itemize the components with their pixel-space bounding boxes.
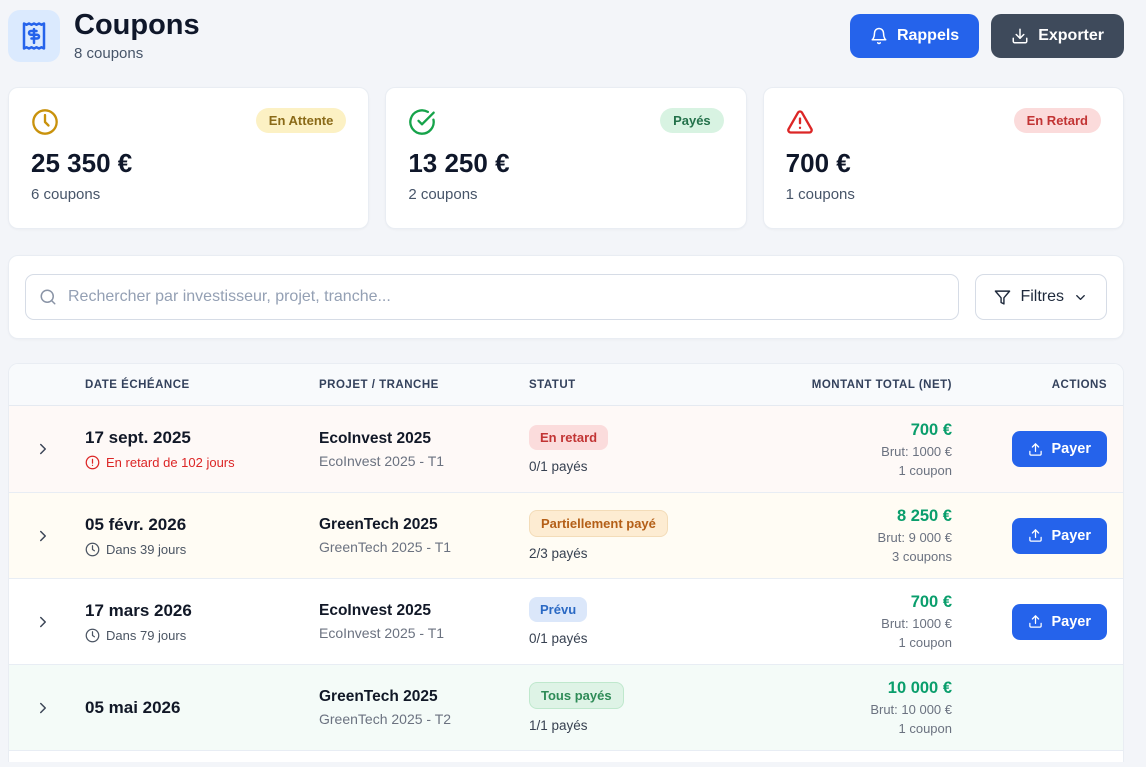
coupon-count: 1 coupon: [711, 635, 952, 650]
coupon-receipt-icon: [8, 10, 60, 62]
due-note: Dans 79 jours: [106, 628, 186, 643]
page-header: Coupons 8 coupons Rappels Export: [8, 10, 1124, 62]
expand-row-button[interactable]: [9, 699, 77, 717]
download-icon: [1011, 27, 1029, 45]
due-date: 05 févr. 2026: [85, 515, 311, 535]
coupon-count: 1 coupon: [711, 721, 952, 736]
clock-icon: [85, 628, 100, 643]
table-header-row: Date échéance Projet / Tranche Statut Mo…: [9, 364, 1123, 406]
rappels-label: Rappels: [897, 27, 959, 45]
gross-amount: Brut: 10 000 €: [711, 702, 952, 717]
project-name: GreenTech 2025: [319, 688, 521, 706]
expand-row-button[interactable]: [9, 613, 77, 631]
net-amount: 700 €: [711, 421, 952, 440]
net-amount: 8 250 €: [711, 507, 952, 526]
exporter-label: Exporter: [1038, 27, 1104, 45]
status-badge: En Attente: [256, 108, 347, 133]
paid-ratio: 0/1 payés: [529, 631, 711, 646]
tranche-name: EcoInvest 2025 - T1: [319, 453, 521, 469]
paid-ratio: 2/3 payés: [529, 546, 711, 561]
table-row: 05 mai 2026 GreenTech 2025 GreenTech 202…: [9, 664, 1123, 750]
column-header-status: Statut: [521, 379, 711, 391]
due-date: 17 sept. 2025: [85, 428, 311, 448]
search-input[interactable]: [25, 274, 959, 320]
gross-amount: Brut: 1000 €: [711, 444, 952, 459]
page-title: Coupons: [74, 10, 200, 42]
table-row: 17 mars 2026 Dans 79 jours EcoInvest 202…: [9, 578, 1123, 664]
status-badge: Prévu: [529, 597, 587, 622]
clock-icon: [85, 542, 100, 557]
search-icon: [39, 288, 57, 306]
status-badge: Payés: [660, 108, 724, 133]
paid-amount: 13 250 €: [408, 148, 723, 179]
funnel-icon: [994, 289, 1011, 306]
coupon-count: 3 coupons: [711, 549, 952, 564]
bell-icon: [870, 27, 888, 45]
net-amount: 10 000 €: [711, 679, 952, 698]
status-badge: En retard: [529, 425, 608, 450]
chevron-right-icon: [34, 613, 52, 631]
project-name: GreenTech 2025: [319, 516, 521, 534]
check-circle-icon: [408, 108, 436, 136]
upload-icon: [1028, 614, 1043, 629]
chevron-down-icon: [1073, 290, 1088, 305]
paid-ratio: 1/1 payés: [529, 718, 711, 733]
project-name: EcoInvest 2025: [319, 602, 521, 620]
stat-card-pending: En Attente 25 350 € 6 coupons: [8, 87, 369, 229]
coupon-count-subtitle: 8 coupons: [74, 45, 200, 62]
due-date: 17 mars 2026: [85, 601, 311, 621]
stat-card-late: En Retard 700 € 1 coupons: [763, 87, 1124, 229]
next-row-partial: [9, 750, 1123, 762]
payer-button[interactable]: Payer: [1012, 604, 1107, 640]
project-name: EcoInvest 2025: [319, 430, 521, 448]
late-count: 1 coupons: [786, 186, 1101, 203]
due-date: 05 mai 2026: [85, 698, 311, 718]
pending-amount: 25 350 €: [31, 148, 346, 179]
column-header-actions: Actions: [952, 379, 1123, 391]
chevron-right-icon: [34, 440, 52, 458]
payer-button[interactable]: Payer: [1012, 431, 1107, 467]
column-header-date: Date échéance: [77, 379, 311, 391]
column-header-project: Projet / Tranche: [311, 379, 521, 391]
upload-icon: [1028, 442, 1043, 457]
coupons-page: Coupons 8 coupons Rappels Export: [0, 0, 1146, 762]
pending-count: 6 coupons: [31, 186, 346, 203]
alert-triangle-icon: [786, 108, 814, 136]
alert-circle-icon: [85, 455, 100, 470]
stat-card-paid: Payés 13 250 € 2 coupons: [385, 87, 746, 229]
upload-icon: [1028, 528, 1043, 543]
chevron-right-icon: [34, 699, 52, 717]
status-badge: En Retard: [1014, 108, 1101, 133]
rappels-button[interactable]: Rappels: [850, 14, 979, 58]
late-amount: 700 €: [786, 148, 1101, 179]
stats-row: En Attente 25 350 € 6 coupons Payés 13 2…: [8, 87, 1124, 229]
table-row: 17 sept. 2025 En retard de 102 jours Eco…: [9, 406, 1123, 492]
paid-ratio: 0/1 payés: [529, 459, 711, 474]
paid-count: 2 coupons: [408, 186, 723, 203]
search-bar: Filtres: [8, 255, 1124, 339]
gross-amount: Brut: 1000 €: [711, 616, 952, 631]
due-note: En retard de 102 jours: [106, 455, 235, 470]
table-row: 05 févr. 2026 Dans 39 jours GreenTech 20…: [9, 492, 1123, 578]
column-header-amount: Montant total (net): [711, 379, 952, 391]
gross-amount: Brut: 9 000 €: [711, 530, 952, 545]
expand-row-button[interactable]: [9, 527, 77, 545]
status-badge: Partiellement payé: [529, 510, 668, 537]
expand-row-button[interactable]: [9, 440, 77, 458]
tranche-name: GreenTech 2025 - T2: [319, 711, 521, 727]
due-note: Dans 39 jours: [106, 542, 186, 557]
clock-icon: [31, 108, 59, 136]
status-badge: Tous payés: [529, 682, 624, 709]
chevron-right-icon: [34, 527, 52, 545]
filters-button[interactable]: Filtres: [975, 274, 1107, 320]
payer-button[interactable]: Payer: [1012, 518, 1107, 554]
net-amount: 700 €: [711, 593, 952, 612]
coupon-count: 1 coupon: [711, 463, 952, 478]
coupons-table: Date échéance Projet / Tranche Statut Mo…: [8, 363, 1124, 762]
filters-label: Filtres: [1020, 288, 1064, 306]
tranche-name: EcoInvest 2025 - T1: [319, 625, 521, 641]
exporter-button[interactable]: Exporter: [991, 14, 1124, 58]
tranche-name: GreenTech 2025 - T1: [319, 539, 521, 555]
